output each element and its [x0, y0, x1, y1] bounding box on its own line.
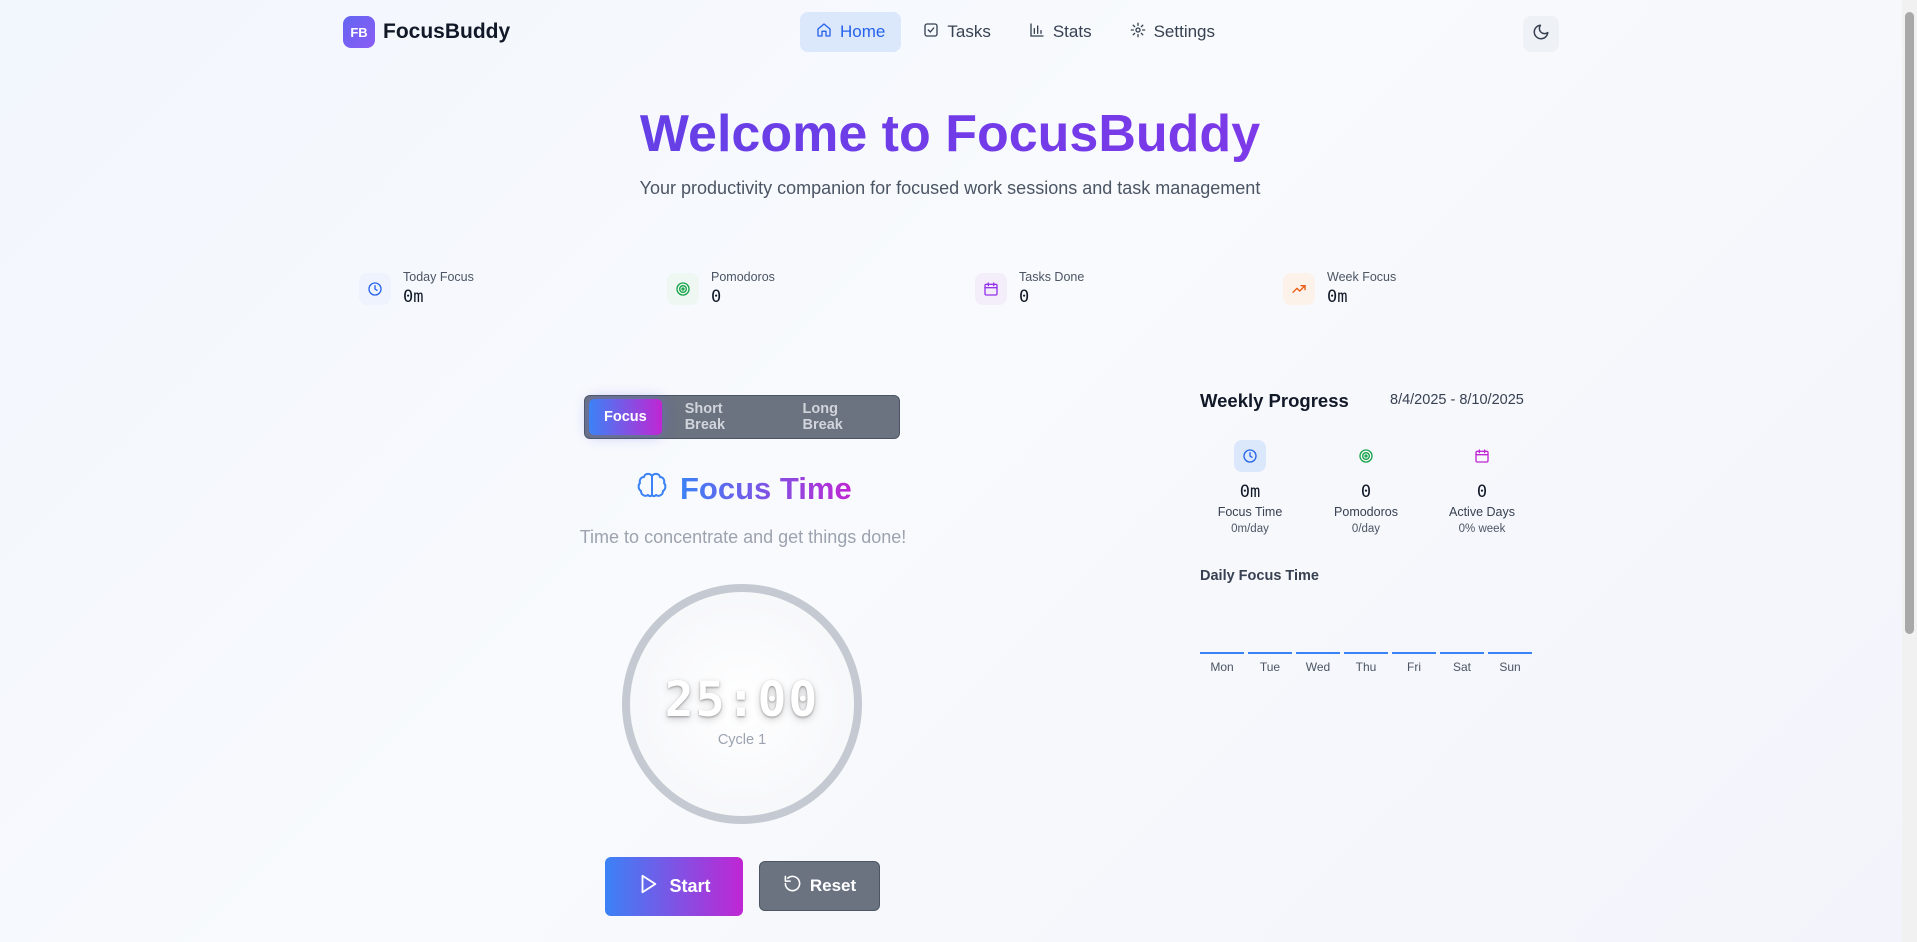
page-scrollbar[interactable]: [1902, 0, 1917, 942]
weekly-pomodoros: 0 Pomodoros 0/day: [1308, 440, 1424, 535]
tab-long-break[interactable]: Long Break: [788, 399, 895, 435]
daily-focus-bars: Mon Tue Wed Thu Fri Sat Sun: [1200, 652, 1532, 674]
day-label: Sun: [1499, 660, 1521, 674]
metric-sub: 0% week: [1458, 523, 1506, 535]
stat-value: 0m: [1327, 287, 1348, 307]
metric-label: Pomodoros: [1334, 505, 1398, 519]
stat-today-focus: Today Focus 0m: [359, 270, 474, 307]
calendar-icon: [975, 272, 1007, 305]
reset-button-label: Reset: [809, 876, 857, 895]
stat-value: 0: [1019, 287, 1030, 307]
nav-tasks[interactable]: Tasks: [907, 12, 1006, 52]
day-bar-sun: Sun: [1488, 652, 1532, 674]
moon-icon: [1532, 23, 1550, 46]
timer-heading: Focus Time: [636, 470, 852, 507]
nav-stats[interactable]: Stats: [1013, 12, 1108, 52]
checkbox-icon: [923, 22, 939, 43]
metric-sub: 0m/day: [1231, 523, 1269, 535]
clock-icon: [1234, 440, 1266, 472]
start-button-label: Start: [669, 876, 711, 896]
timer-countdown: 25:00: [664, 672, 820, 728]
timer-cycle: Cycle 1: [717, 732, 767, 748]
day-bar-tue: Tue: [1248, 652, 1292, 674]
tab-focus[interactable]: Focus: [589, 399, 662, 435]
day-bar-mon: Mon: [1200, 652, 1244, 674]
day-label: Wed: [1305, 660, 1331, 674]
stat-week-focus: Week Focus 0m: [1283, 270, 1396, 307]
play-icon: [637, 873, 659, 900]
daily-focus-title: Daily Focus Time: [1200, 568, 1319, 584]
stat-label: Tasks Done: [1019, 270, 1085, 284]
reset-icon: [783, 874, 802, 898]
metric-value: 0: [1360, 482, 1372, 502]
weekly-active-days: 0 Active Days 0% week: [1424, 440, 1540, 535]
day-label: Mon: [1210, 660, 1234, 674]
stat-pomodoros: Pomodoros 0: [667, 270, 775, 307]
timer-mode-tabs: Focus Short Break Long Break: [584, 395, 900, 439]
stat-label: Pomodoros: [711, 270, 775, 284]
scrollbar-thumb[interactable]: [1905, 12, 1914, 634]
metric-value: 0m: [1239, 482, 1261, 502]
metric-label: Active Days: [1449, 505, 1515, 519]
brain-icon: [636, 470, 668, 507]
brand[interactable]: FB FocusBuddy: [343, 16, 510, 48]
nav-settings-label: Settings: [1153, 22, 1216, 41]
nav-home-label: Home: [840, 22, 886, 41]
day-bar-fri: Fri: [1392, 652, 1436, 674]
trending-up-icon: [1283, 272, 1315, 305]
home-icon: [816, 22, 832, 43]
day-bar-sat: Sat: [1440, 652, 1484, 674]
theme-toggle-button[interactable]: [1523, 16, 1559, 52]
weekly-progress-title: Weekly Progress: [1200, 390, 1349, 411]
target-icon: [667, 272, 699, 305]
nav-home[interactable]: Home: [800, 12, 902, 52]
clock-icon: [359, 272, 391, 305]
day-bar-thu: Thu: [1344, 652, 1388, 674]
day-label: Sat: [1452, 660, 1471, 674]
day-label: Tue: [1259, 660, 1281, 674]
day-bar-wed: Wed: [1296, 652, 1340, 674]
gear-icon: [1130, 22, 1146, 43]
bar-chart-icon: [1029, 22, 1045, 43]
weekly-focus-time: 0m Focus Time 0m/day: [1192, 440, 1308, 535]
nav-tasks-label: Tasks: [947, 22, 991, 41]
tab-short-break[interactable]: Short Break: [670, 399, 780, 435]
start-button[interactable]: Start: [605, 857, 743, 916]
brand-name: FocusBuddy: [383, 20, 511, 43]
stat-value: 0m: [403, 287, 424, 307]
nav-settings[interactable]: Settings: [1114, 12, 1231, 52]
stat-tasks-done: Tasks Done 0: [975, 270, 1084, 307]
timer-title: Focus Time: [680, 470, 852, 506]
weekly-date-range: 8/4/2025 - 8/10/2025: [1390, 392, 1524, 408]
hero-title: Welcome to FocusBuddy: [0, 104, 1900, 164]
metric-label: Focus Time: [1217, 505, 1283, 519]
stat-label: Week Focus: [1327, 270, 1397, 284]
timer-dial: 25:00 Cycle 1: [622, 584, 862, 824]
timer-subtitle: Time to concentrate and get things done!: [579, 527, 907, 547]
stat-label: Today Focus: [403, 270, 474, 284]
hero-subtitle: Your productivity companion for focused …: [639, 178, 1261, 198]
day-label: Fri: [1407, 660, 1421, 674]
stat-value: 0: [711, 287, 722, 307]
calendar-icon: [1466, 440, 1498, 472]
target-icon: [1350, 440, 1382, 472]
metric-value: 0: [1476, 482, 1488, 502]
reset-button[interactable]: Reset: [759, 861, 880, 911]
main-nav: Home Tasks Stats Settings: [800, 12, 1231, 52]
metric-sub: 0/day: [1351, 523, 1381, 535]
nav-stats-label: Stats: [1052, 22, 1092, 41]
brand-logo: FB: [343, 16, 375, 48]
day-label: Thu: [1355, 660, 1377, 674]
